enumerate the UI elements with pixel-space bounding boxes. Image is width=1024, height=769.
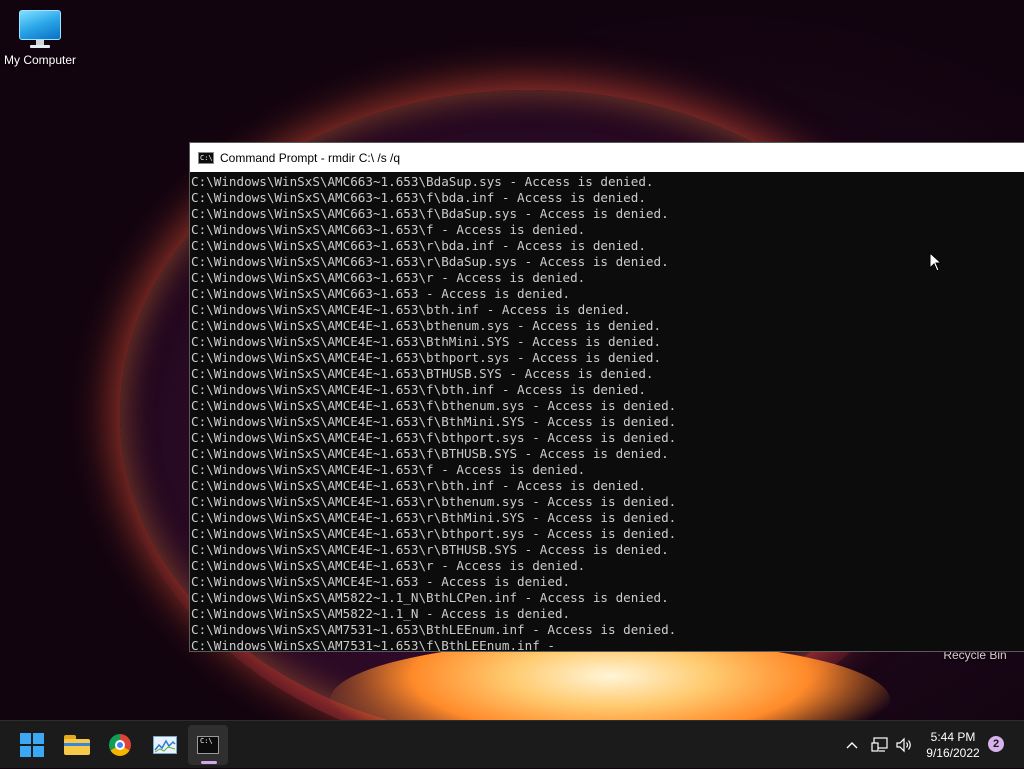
- terminal-line: C:\Windows\WinSxS\AMCE4E~1.653\r\bthport…: [191, 526, 677, 541]
- terminal-line: C:\Windows\WinSxS\AMCE4E~1.653 - Access …: [191, 574, 571, 589]
- terminal-icon: C:\: [197, 736, 219, 754]
- active-app-indicator: [201, 761, 217, 764]
- volume-icon: [896, 737, 911, 753]
- terminal-line: C:\Windows\WinSxS\AMCE4E~1.653\f\bthport…: [191, 430, 677, 445]
- terminal-line: C:\Windows\WinSxS\AMCE4E~1.653\bthenum.s…: [191, 318, 662, 333]
- volume-button[interactable]: [894, 721, 914, 769]
- terminal-line: C:\Windows\WinSxS\AMCE4E~1.653\bthport.s…: [191, 350, 662, 365]
- terminal-line: C:\Windows\WinSxS\AM5822~1.1_N\BthLCPen.…: [191, 590, 669, 605]
- terminal-line: C:\Windows\WinSxS\AMC663~1.653\r - Acces…: [191, 270, 586, 285]
- terminal-line: C:\Windows\WinSxS\AM7531~1.653\f\BthLEEn…: [191, 638, 555, 652]
- notification-badge[interactable]: 2: [988, 736, 1004, 752]
- performance-monitor-icon: [153, 736, 177, 754]
- command-prompt-window[interactable]: C:\ Command Prompt - rmdir C:\ /s /q C:\…: [189, 142, 1024, 652]
- terminal-line: C:\Windows\WinSxS\AMCE4E~1.653\r\BTHUSB.…: [191, 542, 669, 557]
- window-title: Command Prompt - rmdir C:\ /s /q: [220, 150, 401, 165]
- terminal-line: C:\Windows\WinSxS\AMCE4E~1.653\f - Acces…: [191, 462, 586, 477]
- terminal-line: C:\Windows\WinSxS\AMCE4E~1.653\r\bth.inf…: [191, 478, 646, 493]
- terminal-line: C:\Windows\WinSxS\AMCE4E~1.653\f\bth.inf…: [191, 382, 646, 397]
- terminal-line: C:\Windows\WinSxS\AMCE4E~1.653\r - Acces…: [191, 558, 586, 573]
- terminal-line: C:\Windows\WinSxS\AMCE4E~1.653\bth.inf -…: [191, 302, 631, 317]
- start-button[interactable]: [12, 725, 52, 765]
- terminal-line: C:\Windows\WinSxS\AM7531~1.653\BthLEEnum…: [191, 622, 677, 637]
- taskbar-file-explorer[interactable]: [57, 725, 97, 765]
- windows-logo-icon: [20, 733, 44, 757]
- terminal-line: C:\Windows\WinSxS\AMCE4E~1.653\BTHUSB.SY…: [191, 366, 654, 381]
- taskbar-chrome[interactable]: [100, 725, 140, 765]
- clock-date: 9/16/2022: [926, 746, 980, 760]
- terminal-line: C:\Windows\WinSxS\AMCE4E~1.653\r\BthMini…: [191, 510, 677, 525]
- terminal-line: C:\Windows\WinSxS\AMC663~1.653\f\BdaSup.…: [191, 206, 669, 221]
- desktop-icon-label: My Computer: [3, 53, 77, 67]
- terminal-line: C:\Windows\WinSxS\AMC663~1.653\r\bda.inf…: [191, 238, 646, 253]
- clock-time: 5:44 PM: [930, 730, 976, 744]
- terminal-line: C:\Windows\WinSxS\AMCE4E~1.653\BthMini.S…: [191, 334, 662, 349]
- chevron-up-icon: [846, 742, 858, 749]
- terminal-icon: C:\: [198, 151, 214, 164]
- taskbar-performance-monitor[interactable]: [145, 725, 185, 765]
- terminal-line: C:\Windows\WinSxS\AMCE4E~1.653\f\BTHUSB.…: [191, 446, 669, 461]
- terminal-line: C:\Windows\WinSxS\AMCE4E~1.653\f\BthMini…: [191, 414, 677, 429]
- folder-icon: [64, 735, 90, 755]
- terminal-line: C:\Windows\WinSxS\AMC663~1.653\BdaSup.sy…: [191, 174, 654, 189]
- terminal-line: C:\Windows\WinSxS\AMCE4E~1.653\r\bthenum…: [191, 494, 677, 509]
- terminal-output[interactable]: C:\Windows\WinSxS\AMC663~1.653\BdaSup.sy…: [190, 172, 1024, 652]
- terminal-line: C:\Windows\WinSxS\AMCE4E~1.653\f\bthenum…: [191, 398, 677, 413]
- taskbar: C:\ 5:44 PM 9/16/2022: [0, 720, 1024, 768]
- terminal-line: C:\Windows\WinSxS\AM5822~1.1_N - Access …: [191, 606, 571, 621]
- terminal-line: C:\Windows\WinSxS\AMC663~1.653\f\bda.inf…: [191, 190, 646, 205]
- desktop-icon-my-computer[interactable]: My Computer: [0, 10, 80, 67]
- network-icon: [871, 737, 888, 752]
- terminal-line: C:\Windows\WinSxS\AMC663~1.653\r\BdaSup.…: [191, 254, 669, 269]
- monitor-icon: [19, 10, 61, 48]
- window-titlebar[interactable]: C:\ Command Prompt - rmdir C:\ /s /q: [190, 143, 1024, 172]
- taskbar-command-prompt[interactable]: C:\: [188, 725, 228, 765]
- terminal-line: C:\Windows\WinSxS\AMC663~1.653\f - Acces…: [191, 222, 586, 237]
- terminal-line: C:\Windows\WinSxS\AMC663~1.653 - Access …: [191, 286, 571, 301]
- show-hidden-icons-button[interactable]: [842, 721, 862, 769]
- mouse-pointer-icon: [929, 252, 943, 272]
- clock[interactable]: 5:44 PM 9/16/2022: [918, 729, 988, 761]
- chrome-icon: [109, 734, 131, 756]
- network-button[interactable]: [870, 721, 890, 769]
